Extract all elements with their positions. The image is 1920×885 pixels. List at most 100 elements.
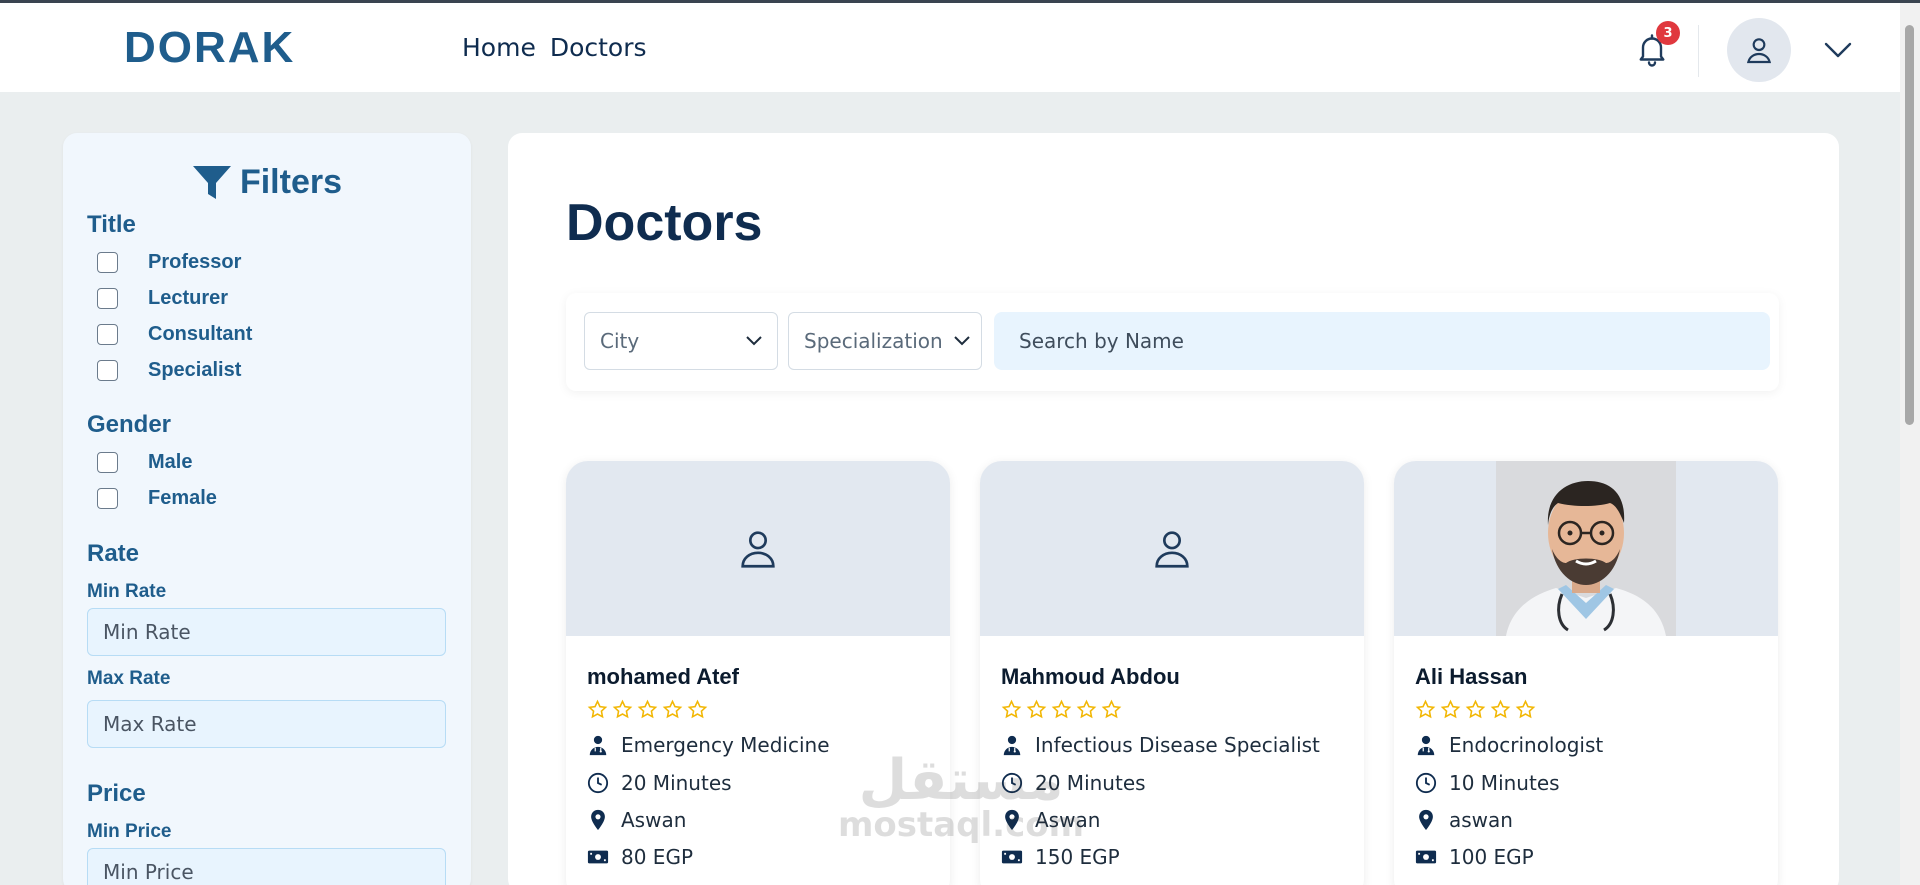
star-icon [1490,699,1511,719]
doctor-icon [1003,735,1021,756]
star-icon [1415,699,1436,719]
star-icon [1051,699,1072,719]
doctor-card[interactable]: mohamed Atef Emergency Medicine 20 Minut… [566,461,950,885]
doctor-name[interactable]: Mahmoud Abdou [1001,664,1180,690]
star-icon [1026,699,1047,719]
doctor-icon [1417,735,1435,756]
clock-icon [1415,772,1437,794]
specialty-row: Infectious Disease Specialist [1001,733,1320,757]
checkbox-box[interactable] [97,488,118,509]
doctor-icon [589,735,607,756]
doctor-card[interactable]: Ali Hassan Endocrinologist 10 Minutes as… [1394,461,1778,885]
doctor-wait-time: 20 Minutes [1035,771,1146,795]
specialty-row: Endocrinologist [1415,733,1603,757]
star-icon [1515,699,1536,719]
star-icon [1076,699,1097,719]
min-price-input[interactable] [87,848,446,885]
max-rate-label: Max Rate [87,668,171,689]
user-avatar[interactable] [1727,18,1791,82]
search-by-name-input[interactable] [994,312,1770,370]
map-pin-icon [1005,809,1019,831]
gender-group-heading: Gender [87,411,172,438]
star-icon [662,699,683,719]
checkbox-label: Professor [148,251,242,273]
specialization-select[interactable]: Specialization [788,312,982,370]
star-icon [612,699,633,719]
wait-time-row: 20 Minutes [587,771,732,795]
money-icon [1415,850,1437,864]
checkbox-specialist[interactable]: Specialist [97,359,241,382]
location-row: Aswan [587,808,686,832]
price-row: 80 EGP [587,845,693,869]
checkbox-male[interactable]: Male [97,451,192,474]
checkbox-label: Male [148,451,193,473]
star-icon [1001,699,1022,719]
checkbox-lecturer[interactable]: Lecturer [97,287,228,310]
doctors-panel: Doctors City Specialization mohamed Atef… [508,133,1839,885]
star-icon [1101,699,1122,719]
header-divider [1698,25,1699,77]
doctor-specialty: Emergency Medicine [621,733,830,757]
doctor-price: 150 EGP [1035,845,1120,869]
page-scrollbar[interactable] [1900,3,1920,885]
clock-icon [1001,772,1023,794]
money-icon [587,850,609,864]
checkbox-box[interactable] [97,452,118,473]
scrollbar-thumb[interactable] [1905,25,1914,425]
checkbox-box[interactable] [97,252,118,273]
checkbox-box[interactable] [97,360,118,381]
top-navbar: DORAK Home Doctors 3 [0,3,1900,92]
star-icon [637,699,658,719]
filters-title-text: Filters [239,163,343,201]
min-rate-input[interactable] [87,608,446,656]
specialty-row: Emergency Medicine [587,733,830,757]
doctor-price: 80 EGP [621,845,694,869]
doctor-name[interactable]: mohamed Atef [587,664,739,690]
user-icon [1155,530,1189,568]
chevron-down-icon [954,336,970,346]
dorak-logo[interactable]: DORAK [124,23,295,73]
page-title: Doctors [566,194,763,252]
doctor-photo [1496,461,1676,636]
checkbox-label: Lecturer [148,287,229,309]
star-icon [687,699,708,719]
user-icon [741,530,775,568]
money-icon [1001,850,1023,864]
doctor-wait-time: 20 Minutes [621,771,732,795]
min-price-label: Min Price [87,821,172,842]
doctor-price: 100 EGP [1449,845,1534,869]
city-select[interactable]: City [584,312,778,370]
chevron-down-icon[interactable] [1822,37,1854,63]
notification-badge: 3 [1656,21,1680,45]
rating-stars [1001,699,1122,720]
nav-doctors-link[interactable]: Doctors [550,33,647,62]
doctor-photo-frame [1394,461,1778,636]
filters-sidebar: Filters Title Professor Lecturer Consult… [63,133,471,885]
funnel-icon [192,165,231,199]
wait-time-row: 20 Minutes [1001,771,1146,795]
main-nav: Home Doctors [462,33,647,62]
checkbox-box[interactable] [97,288,118,309]
doctor-photo-placeholder [566,461,950,636]
doctor-name[interactable]: Ali Hassan [1415,664,1528,690]
map-pin-icon [591,809,605,831]
checkbox-female[interactable]: Female [97,487,217,510]
min-rate-label: Min Rate [87,581,167,602]
search-filter-bar: City Specialization [566,293,1779,391]
checkbox-label: Consultant [148,323,253,345]
doctor-location: Aswan [1035,808,1101,832]
clock-icon [587,772,609,794]
price-row: 150 EGP [1001,845,1120,869]
doctor-location: aswan [1449,808,1513,832]
checkbox-professor[interactable]: Professor [97,251,241,274]
checkbox-box[interactable] [97,324,118,345]
max-rate-input[interactable] [87,700,446,748]
rating-stars [587,699,708,720]
star-icon [587,699,608,719]
wait-time-row: 10 Minutes [1415,771,1560,795]
checkbox-consultant[interactable]: Consultant [97,323,252,346]
nav-home-link[interactable]: Home [462,33,536,62]
doctor-card[interactable]: Mahmoud Abdou Infectious Disease Special… [980,461,1364,885]
filters-heading: Filters [63,163,471,202]
location-row: Aswan [1001,808,1100,832]
